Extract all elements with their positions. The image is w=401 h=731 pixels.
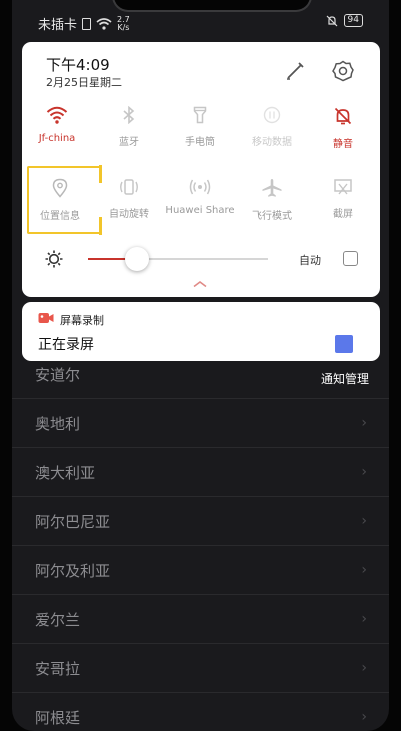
auto-brightness-label: 自动 xyxy=(299,254,321,267)
wifi-status-icon xyxy=(96,17,112,30)
tile-screenshot[interactable]: 截屏 xyxy=(308,178,378,220)
tile-mute[interactable]: 静音 xyxy=(308,106,378,150)
phone-screen: 通知管理 安道尔 奥地利 › 澳大利亚 › 阿尔巴尼亚 › 阿尔及利亚 › 爱尔兰 › 安… xyxy=(12,0,389,731)
tile-label: Jf-china xyxy=(38,133,76,144)
battery-indicator: 94 xyxy=(343,14,363,27)
list-item-label: 澳大利亚 xyxy=(35,463,96,482)
chevron-up-icon[interactable] xyxy=(192,280,208,288)
carrier-label: 未插卡 xyxy=(38,18,78,33)
tile-label: 自动旋转 xyxy=(109,209,149,220)
list-item-label: 阿尔巴尼亚 xyxy=(35,512,111,531)
tile-mobile-data[interactable]: 移动数据 xyxy=(237,106,307,148)
video-camera-icon xyxy=(38,313,54,323)
chevron-right-icon: › xyxy=(361,709,367,725)
tile-label: 手电筒 xyxy=(185,137,215,148)
list-item[interactable]: 奥地利 › xyxy=(12,399,389,448)
camera-notch xyxy=(112,0,312,12)
notification-app-name: 屏幕录制 xyxy=(60,314,104,327)
chevron-right-icon: › xyxy=(361,464,367,480)
country-list: 安道尔 奥地利 › 澳大利亚 › 阿尔巴尼亚 › 阿尔及利亚 › 爱尔兰 › 安哥拉 › 阿… xyxy=(12,350,389,731)
quick-settings-panel: 下午4:09 2月25日星期二 Jf-china 蓝牙 手电筒 移动数据 静音 … xyxy=(22,42,380,297)
tile-label: 截屏 xyxy=(333,209,353,220)
list-item-label: 安哥拉 xyxy=(35,659,81,678)
list-item[interactable]: 阿根廷 › xyxy=(12,693,389,731)
list-item-label: 爱尔兰 xyxy=(35,610,81,629)
bell-off-icon xyxy=(334,107,352,125)
speed-unit: K/s xyxy=(117,22,130,32)
edit-icon[interactable] xyxy=(284,60,306,82)
brightness-icon xyxy=(45,250,63,268)
brightness-thumb[interactable] xyxy=(124,247,149,271)
mute-status-icon xyxy=(326,15,337,26)
list-item-label: 奥地利 xyxy=(35,414,81,433)
share-icon xyxy=(189,179,211,195)
tile-label: Huawei Share xyxy=(165,205,235,216)
gear-icon[interactable] xyxy=(332,60,354,82)
tile-huawei-share[interactable]: Huawei Share xyxy=(165,178,235,216)
chevron-right-icon: › xyxy=(361,660,367,676)
tile-bluetooth[interactable]: 蓝牙 xyxy=(94,106,164,148)
location-tile-highlight xyxy=(27,165,102,235)
list-item[interactable]: 安哥拉 › xyxy=(12,644,389,693)
list-item-label: 安道尔 xyxy=(35,365,81,384)
chevron-right-icon: › xyxy=(361,611,367,627)
list-item-label: 阿根廷 xyxy=(35,708,81,727)
airplane-icon xyxy=(262,179,282,197)
chevron-right-icon: › xyxy=(361,513,367,529)
tile-flashlight[interactable]: 手电筒 xyxy=(165,106,235,148)
tile-label: 静音 xyxy=(333,139,353,150)
list-item[interactable]: 阿尔巴尼亚 › xyxy=(12,497,389,546)
network-speed: 2.7 K/s xyxy=(117,15,130,32)
tile-label: 蓝牙 xyxy=(119,137,139,148)
chevron-right-icon: › xyxy=(361,562,367,578)
stop-recording-button[interactable] xyxy=(335,335,353,353)
brightness-slider[interactable] xyxy=(88,247,268,271)
list-item[interactable]: 阿尔及利亚 › xyxy=(12,546,389,595)
bluetooth-icon xyxy=(123,106,135,124)
rotate-icon xyxy=(120,179,138,195)
tile-airplane-mode[interactable]: 飞行模式 xyxy=(237,178,307,222)
chevron-right-icon: › xyxy=(361,415,367,431)
screenshot-icon xyxy=(334,179,352,195)
sim-card-icon xyxy=(82,17,92,30)
clock-time: 下午4:09 xyxy=(46,56,110,74)
tile-auto-rotate[interactable]: 自动旋转 xyxy=(94,178,164,220)
brightness-row: 自动 xyxy=(22,247,380,271)
screen-recording-notification[interactable]: 屏幕录制 正在录屏 xyxy=(22,302,380,361)
auto-brightness-checkbox[interactable] xyxy=(343,251,358,266)
notification-text: 正在录屏 xyxy=(38,337,94,353)
clock-date: 2月25日星期二 xyxy=(46,76,122,89)
flashlight-icon xyxy=(193,106,207,124)
list-item[interactable]: 澳大利亚 › xyxy=(12,448,389,497)
tile-label: 移动数据 xyxy=(252,137,292,148)
tile-wifi[interactable]: Jf-china xyxy=(22,106,92,144)
wifi-icon xyxy=(46,106,68,124)
status-bar: 未插卡 2.7 K/s 94 xyxy=(38,14,363,38)
tile-label: 飞行模式 xyxy=(252,211,292,222)
list-item-label: 阿尔及利亚 xyxy=(35,561,111,580)
mobile-data-icon xyxy=(263,106,281,124)
list-item[interactable]: 爱尔兰 › xyxy=(12,595,389,644)
